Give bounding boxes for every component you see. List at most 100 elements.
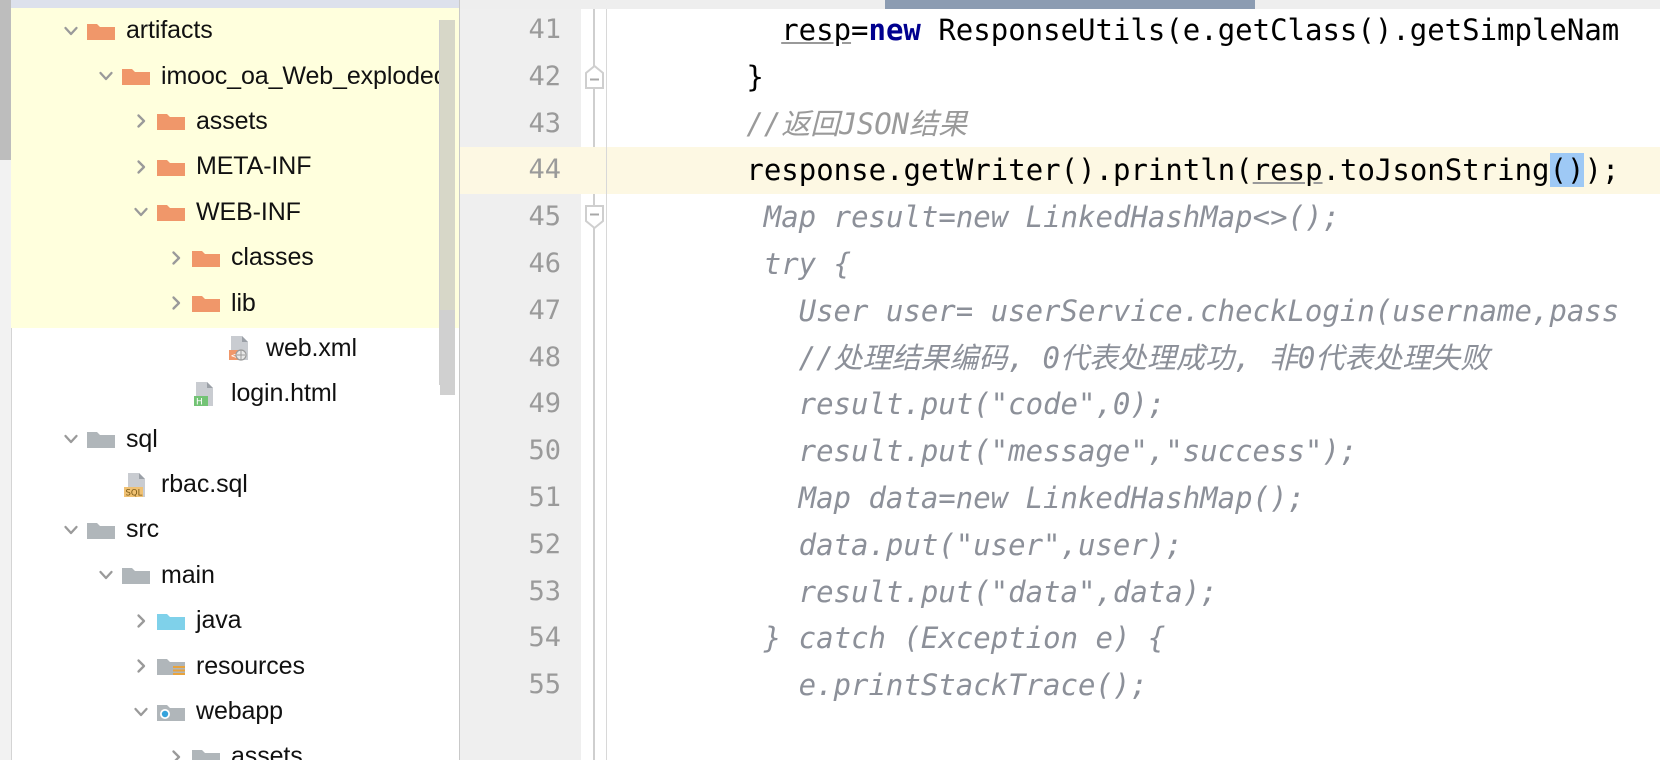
fold-end-marker-icon[interactable] bbox=[584, 64, 605, 94]
line-number: 49 bbox=[528, 388, 561, 420]
tree-item-imooc-oa-web-exploded[interactable]: imooc_oa_Web_exploded bbox=[11, 53, 460, 98]
code-line-text: e.printStackTrace(); bbox=[799, 662, 1148, 709]
fold-start-marker-icon[interactable] bbox=[584, 204, 605, 234]
code-token: User user= userService.checkLogin(userna… bbox=[798, 293, 1620, 328]
tree-item-rbac-sql[interactable]: SQL rbac.sql bbox=[11, 462, 460, 507]
code-token: resp bbox=[1252, 153, 1323, 188]
tree-item-resources[interactable]: resources bbox=[11, 643, 460, 688]
ide-window: artifacts imooc_oa_Web_explodedassets META… bbox=[0, 0, 1660, 760]
tree-item-label: artifacts bbox=[126, 16, 213, 45]
code-line[interactable]: User user= userService.checkLogin(userna… bbox=[607, 288, 1660, 335]
line-number-row: 48 bbox=[460, 335, 581, 382]
code-content-area[interactable]: resp=new ResponseUtils(e.getClass().getS… bbox=[607, 9, 1660, 760]
project-file-tree[interactable]: artifacts imooc_oa_Web_explodedassets META… bbox=[11, 8, 460, 760]
code-editor[interactable]: 41 42 43 44 45 46 47 48 49 50 51 52 53 54 55 resp=new … bbox=[460, 0, 1660, 760]
code-line[interactable]: Map data=new LinkedHashMap(); bbox=[607, 475, 1660, 522]
tree-item-meta-inf[interactable]: META-INF bbox=[11, 144, 460, 189]
folder-grey-icon bbox=[86, 518, 120, 542]
code-line-text: resp=new ResponseUtils(e.getClass().getS… bbox=[781, 9, 1619, 54]
chevron-right-icon[interactable] bbox=[161, 294, 191, 312]
tree-item-label: classes bbox=[231, 243, 314, 272]
chevron-right-icon[interactable] bbox=[126, 158, 156, 176]
fold-gutter-row bbox=[581, 569, 606, 616]
line-number: 45 bbox=[528, 201, 561, 233]
line-number-row: 45 bbox=[460, 194, 581, 241]
line-number: 48 bbox=[528, 341, 561, 373]
tree-item-assets[interactable]: assets bbox=[11, 99, 460, 144]
fold-gutter-row bbox=[581, 7, 606, 54]
chevron-down-icon[interactable] bbox=[56, 430, 86, 448]
code-line-text: Map result=new LinkedHashMap<>(); bbox=[764, 194, 1340, 241]
chevron-down-icon[interactable] bbox=[91, 67, 121, 85]
code-token: = bbox=[851, 13, 869, 47]
code-token: ResponseUtils(e.getClass().getSimpleNam bbox=[920, 13, 1620, 47]
code-line[interactable]: result.put("data",data); bbox=[607, 569, 1660, 616]
tree-item-login-html[interactable]: Hlogin.html bbox=[11, 371, 460, 416]
tree-item-web-inf[interactable]: WEB-INF bbox=[11, 190, 460, 235]
tree-scrollbar-thumb-lower[interactable] bbox=[440, 310, 455, 395]
code-token: try { bbox=[763, 247, 852, 281]
chevron-right-icon[interactable] bbox=[126, 112, 156, 130]
chevron-down-icon[interactable] bbox=[126, 203, 156, 221]
fold-gutter-row bbox=[581, 381, 606, 428]
code-token: //处理结果编码, 0代表处理成功, 非0代表处理失败 bbox=[798, 340, 1490, 375]
chevron-right-icon[interactable] bbox=[126, 657, 156, 675]
project-vertical-scrollbar-thumb[interactable] bbox=[0, 0, 11, 160]
tree-item-label: sql bbox=[126, 424, 158, 453]
tree-item-webapp[interactable]: webapp bbox=[11, 689, 460, 734]
code-line[interactable]: resp=new ResponseUtils(e.getClass().getS… bbox=[607, 9, 1660, 54]
code-line[interactable]: data.put("user",user); bbox=[607, 522, 1660, 569]
chevron-down-icon[interactable] bbox=[56, 22, 86, 40]
line-number-row: 43 bbox=[460, 101, 581, 148]
tree-item-label: assets bbox=[196, 106, 268, 135]
line-number: 46 bbox=[528, 248, 561, 279]
code-line[interactable]: } bbox=[607, 54, 1660, 101]
line-number-row: 53 bbox=[460, 569, 581, 616]
code-line[interactable]: try { bbox=[607, 241, 1660, 288]
tree-item-lib[interactable]: lib bbox=[11, 280, 460, 325]
svg-text:H: H bbox=[196, 397, 203, 407]
folder-blue-icon bbox=[156, 609, 190, 633]
editor-horizontal-scrollbar-thumb[interactable] bbox=[885, 0, 1255, 9]
tree-item-java[interactable]: java bbox=[11, 598, 460, 643]
tree-item-assets[interactable]: assets bbox=[11, 734, 460, 760]
code-token: data.put("user",user); bbox=[798, 527, 1183, 562]
code-line[interactable]: result.put("message","success"); bbox=[607, 428, 1660, 475]
chevron-down-icon[interactable] bbox=[56, 521, 86, 539]
code-line[interactable]: result.put("code",0); bbox=[607, 381, 1660, 428]
code-token: () bbox=[1549, 153, 1585, 188]
code-line[interactable]: e.printStackTrace(); bbox=[607, 662, 1660, 709]
tree-item-sql[interactable]: sql bbox=[11, 417, 460, 462]
code-fold-gutter[interactable] bbox=[581, 9, 606, 760]
tree-item-artifacts[interactable]: artifacts bbox=[11, 8, 460, 53]
code-line-text: User user= userService.checkLogin(userna… bbox=[799, 288, 1620, 335]
code-token: e.printStackTrace(); bbox=[798, 668, 1148, 703]
line-number: 52 bbox=[528, 528, 561, 560]
code-line[interactable]: } catch (Exception e) { bbox=[607, 615, 1660, 662]
code-line-text: //返回JSON结果 bbox=[746, 101, 967, 148]
chevron-right-icon[interactable] bbox=[161, 249, 191, 267]
tree-item-web-xml[interactable]: < web.xml bbox=[11, 326, 460, 371]
tree-item-label: META-INF bbox=[196, 152, 312, 181]
tree-item-src[interactable]: src bbox=[11, 507, 460, 552]
code-line[interactable]: //处理结果编码, 0代表处理成功, 非0代表处理失败 bbox=[607, 335, 1660, 382]
chevron-right-icon[interactable] bbox=[126, 612, 156, 630]
fold-gutter-row bbox=[581, 335, 606, 382]
chevron-down-icon[interactable] bbox=[91, 566, 121, 584]
code-line-text: result.put("message","success"); bbox=[799, 428, 1358, 475]
code-line-text: response.getWriter().println(resp.toJson… bbox=[746, 147, 1619, 194]
code-line[interactable]: Map result=new LinkedHashMap<>(); bbox=[607, 194, 1660, 241]
tree-item-label: rbac.sql bbox=[161, 470, 248, 499]
fold-gutter-row bbox=[581, 147, 606, 195]
code-line-text: result.put("code",0); bbox=[799, 381, 1166, 428]
tree-item-main[interactable]: main bbox=[11, 553, 460, 598]
svg-text:SQL: SQL bbox=[126, 488, 143, 498]
tree-item-classes[interactable]: classes bbox=[11, 235, 460, 280]
code-line[interactable]: //返回JSON结果 bbox=[607, 101, 1660, 148]
code-token: Map result=new LinkedHashMap<>(); bbox=[763, 200, 1340, 235]
chevron-right-icon[interactable] bbox=[161, 748, 191, 760]
line-number: 44 bbox=[528, 154, 561, 186]
code-line[interactable]: response.getWriter().println(resp.toJson… bbox=[607, 147, 1660, 195]
chevron-down-icon[interactable] bbox=[126, 703, 156, 721]
folder-orange-icon bbox=[86, 19, 120, 43]
